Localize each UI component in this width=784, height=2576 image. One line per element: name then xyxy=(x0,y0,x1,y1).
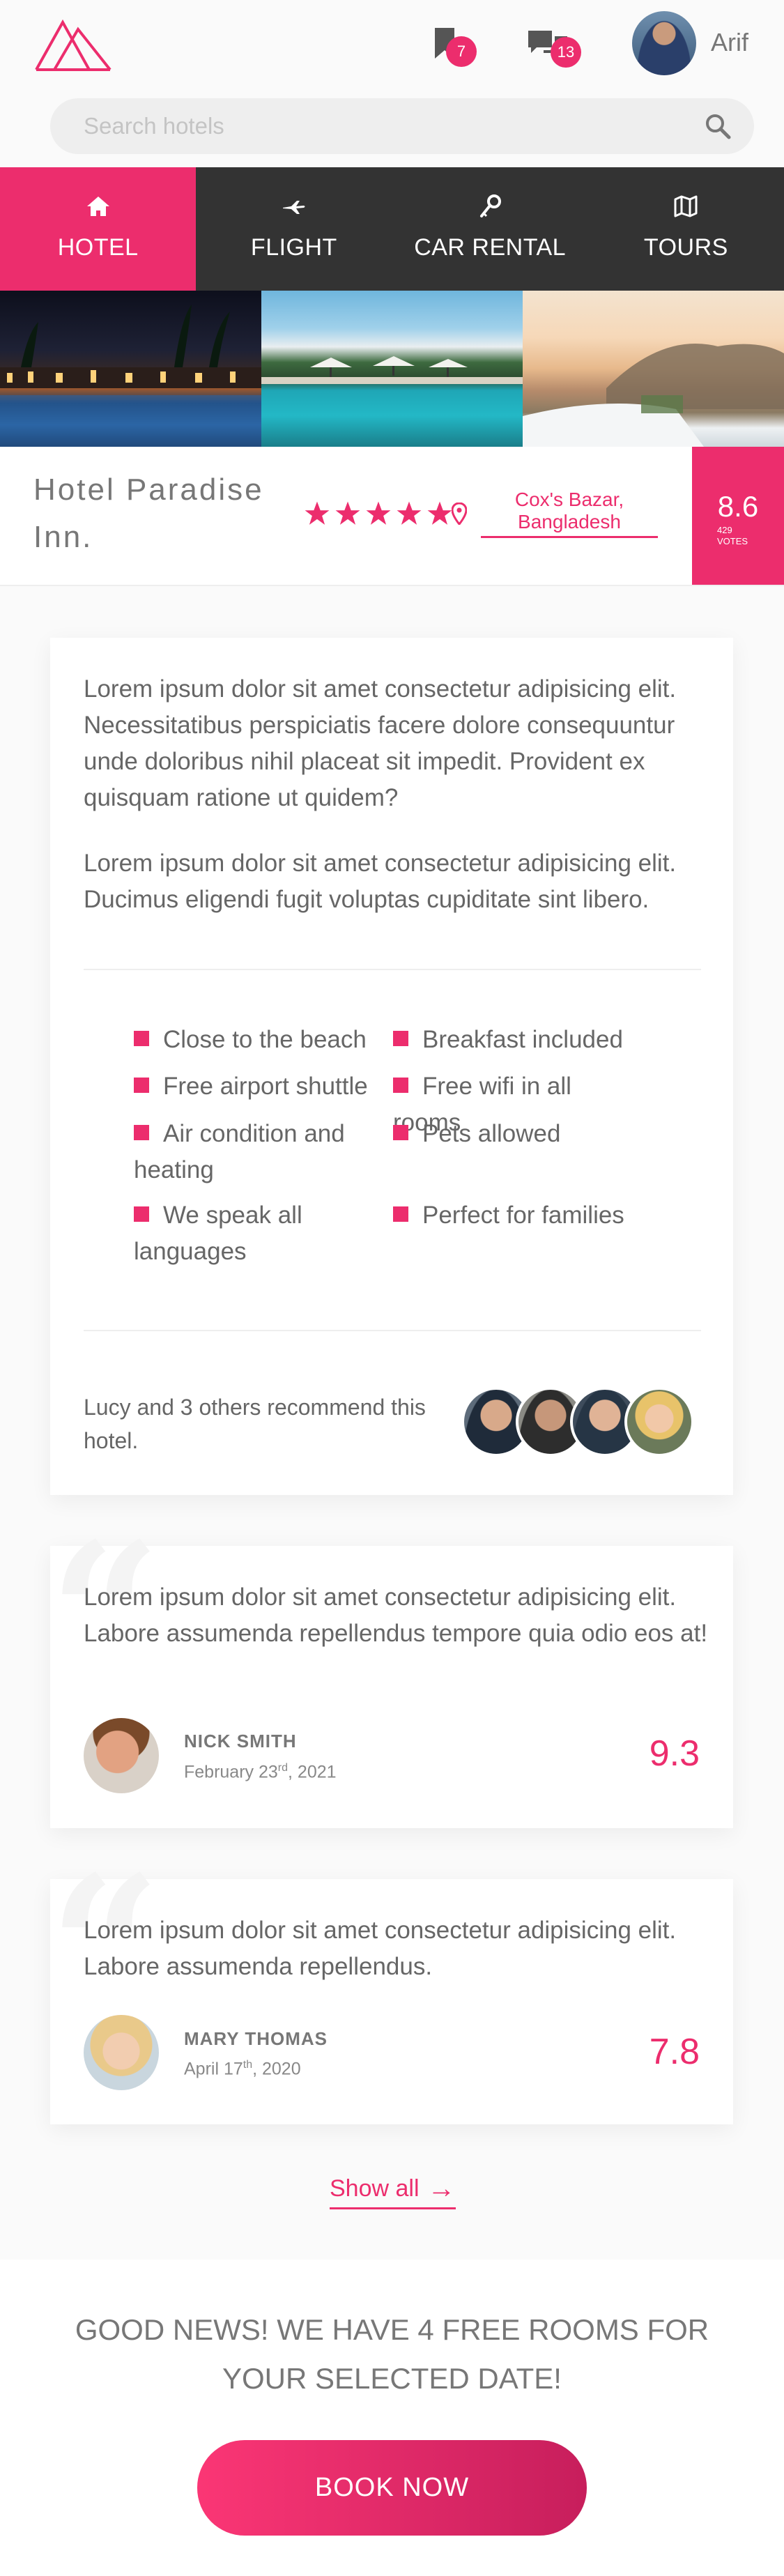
feature-item: Breakfast included xyxy=(393,1022,644,1058)
bookmarks-badge: 7 xyxy=(446,36,477,67)
booking-section: GOOD NEWS! WE HAVE 4 FREE ROOMS FOR YOUR… xyxy=(0,2260,784,2576)
review-date-suffix: rd xyxy=(277,1762,289,1774)
day-pool-scene xyxy=(261,356,523,384)
reviewer-name: MARY THOMAS xyxy=(184,2028,328,2049)
bullet-square-icon xyxy=(134,1125,149,1140)
hotel-location-link[interactable]: Cox's Bazar, Bangladesh xyxy=(481,489,658,538)
review-text: Lorem ipsum dolor sit amet consectetur a… xyxy=(84,1584,708,1647)
hotel-title-bar: Hotel Paradise Inn. Cox's Bazar, Banglad… xyxy=(0,447,784,586)
recommender-avatar[interactable] xyxy=(624,1387,694,1457)
tab-hotel-label: HOTEL xyxy=(57,234,139,261)
reviewer-name: NICK SMITH xyxy=(184,1731,297,1751)
review-date: April 17th, 2020 xyxy=(184,2059,301,2079)
mountain-logo-icon[interactable] xyxy=(35,17,112,72)
feature-label: We speak all languages xyxy=(134,1202,302,1265)
gallery-photo-day-pool[interactable] xyxy=(261,291,523,447)
coast-scene xyxy=(523,344,784,447)
plane-icon xyxy=(282,201,305,214)
user-avatar[interactable] xyxy=(632,11,696,75)
feature-label: Pets allowed xyxy=(422,1120,561,1147)
review-date-suffix: th xyxy=(243,2059,253,2071)
feature-label: Breakfast included xyxy=(422,1026,623,1053)
feature-item: Close to the beach xyxy=(134,1022,385,1058)
tab-flight-label: FLIGHT xyxy=(250,234,337,261)
star-icon xyxy=(305,501,330,525)
hotel-details-card: Lorem ipsum dolor sit amet consectetur a… xyxy=(50,638,733,1495)
recommend-text: Lucy and 3 others recommend this hotel. xyxy=(84,1395,426,1453)
reviewer-avatar[interactable] xyxy=(84,2015,159,2090)
review-date-year: , 2021 xyxy=(288,1762,337,1782)
tab-car-rental-label: CAR RENTAL xyxy=(414,234,567,261)
category-nav: HOTEL FLIGHT CAR RENTAL TOURS xyxy=(0,167,784,291)
feature-item: Pets allowed xyxy=(393,1116,644,1152)
user-name[interactable]: Arif xyxy=(711,28,748,57)
bullet-square-icon xyxy=(393,1031,408,1046)
hotel-name: Hotel Paradise Inn. xyxy=(33,473,264,554)
tab-tours-label: TOURS xyxy=(643,234,728,261)
reviewer-avatar[interactable] xyxy=(84,1718,159,1793)
bullet-square-icon xyxy=(134,1206,149,1222)
tab-hotel[interactable]: HOTEL xyxy=(0,167,197,291)
bullet-square-icon xyxy=(393,1078,408,1093)
tab-car-rental[interactable]: CAR RENTAL xyxy=(392,167,588,291)
arrow-right-icon: → xyxy=(427,2173,456,2204)
feature-label: Close to the beach xyxy=(163,1026,367,1053)
review-date: February 23rd, 2021 xyxy=(184,1762,337,1782)
gallery-photo-night-pool[interactable] xyxy=(0,291,261,447)
star-icon xyxy=(335,501,360,525)
review-score: 7.8 xyxy=(649,2032,700,2072)
show-all-link[interactable]: Show all → xyxy=(330,2173,456,2209)
review-score: 9.3 xyxy=(649,1733,700,1774)
feature-item: Air condition and heating xyxy=(134,1116,371,1188)
map-icon xyxy=(674,195,698,217)
feature-item: Perfect for families xyxy=(393,1197,644,1234)
night-pool-scene xyxy=(0,305,261,447)
feature-item: We speak all languages xyxy=(134,1197,357,1270)
key-icon xyxy=(480,194,502,217)
location-pin-icon xyxy=(452,503,467,525)
feature-label: Free airport shuttle xyxy=(163,1073,368,1100)
search-icon[interactable] xyxy=(704,112,732,140)
search-input[interactable] xyxy=(84,98,697,154)
star-rating xyxy=(304,500,453,527)
star-icon xyxy=(397,501,422,525)
bullet-square-icon xyxy=(393,1206,408,1222)
star-icon xyxy=(427,501,452,525)
votes-label: VOTES xyxy=(717,536,748,546)
review-date-day: February 23 xyxy=(184,1762,278,1782)
availability-message: GOOD NEWS! WE HAVE 4 FREE ROOMS FOR YOUR… xyxy=(75,2313,709,2395)
description-paragraph: Lorem ipsum dolor sit amet consectetur a… xyxy=(84,850,677,913)
bullet-square-icon xyxy=(134,1078,149,1093)
tab-tours[interactable]: TOURS xyxy=(588,167,784,291)
hotel-rating-box: 8.6 429 VOTES xyxy=(692,447,784,585)
messages-badge: 13 xyxy=(551,37,581,68)
review-card: “ Lorem ipsum dolor sit amet consectetur… xyxy=(49,1851,733,2124)
review-date-day: April 17 xyxy=(184,2059,243,2079)
home-icon xyxy=(86,197,109,216)
feature-label: Air condition and heating xyxy=(134,1120,345,1183)
divider xyxy=(84,969,701,970)
bullet-square-icon xyxy=(134,1031,149,1046)
gallery-photo-coast[interactable] xyxy=(523,291,784,447)
review-date-year: , 2020 xyxy=(252,2059,301,2079)
tab-flight[interactable]: FLIGHT xyxy=(196,167,392,291)
votes-count: 429 xyxy=(717,525,732,535)
feature-item: Free airport shuttle xyxy=(134,1068,385,1105)
star-icon xyxy=(366,501,391,525)
feature-label: Perfect for families xyxy=(422,1202,624,1229)
bullet-square-icon xyxy=(393,1125,408,1140)
description-paragraph: Lorem ipsum dolor sit amet consectetur a… xyxy=(84,675,677,811)
show-all-label: Show all xyxy=(330,2175,420,2202)
app-header: 7 13 Arif xyxy=(0,0,784,167)
review-text: Lorem ipsum dolor sit amet consectetur a… xyxy=(84,1917,677,1980)
hotel-rating-score: 8.6 xyxy=(717,490,759,523)
divider xyxy=(84,1330,701,1331)
review-card: “ Lorem ipsum dolor sit amet consectetur… xyxy=(49,1518,733,1828)
hotel-votes: 429 VOTES xyxy=(717,525,748,547)
hotel-gallery xyxy=(0,291,784,447)
book-now-button[interactable]: BOOK NOW xyxy=(197,2440,587,2536)
search-bar xyxy=(50,98,754,154)
